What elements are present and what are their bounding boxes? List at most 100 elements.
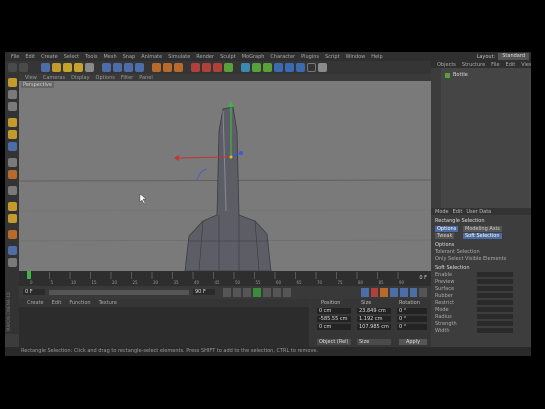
- array-icon[interactable]: [241, 63, 250, 72]
- soft-selection-value-5[interactable]: [477, 307, 513, 312]
- planar-workplane-icon[interactable]: [8, 214, 17, 223]
- x-axis-icon[interactable]: [102, 63, 111, 72]
- menu-item-7[interactable]: Animate: [141, 54, 162, 60]
- menu-item-12[interactable]: Character: [270, 54, 295, 60]
- material-manager[interactable]: [19, 307, 309, 347]
- points-mode-icon[interactable]: [8, 118, 17, 127]
- soft-selection-field-7[interactable]: Strength: [435, 321, 457, 327]
- menu-item-1[interactable]: Edit: [25, 54, 35, 60]
- object-manager[interactable]: Bottle: [431, 68, 531, 208]
- snap-icon[interactable]: [8, 186, 17, 195]
- viewport-menu-item-3[interactable]: Options: [96, 75, 115, 81]
- soft-selection-field-4[interactable]: Restrict: [435, 300, 454, 306]
- position-x-field[interactable]: 0 cm: [317, 308, 351, 314]
- size-y-field[interactable]: 1.192 cm: [357, 316, 391, 322]
- render-view-icon[interactable]: [152, 63, 161, 72]
- only-select-visible[interactable]: Only Select Visible Elements: [435, 256, 506, 262]
- menu-item-3[interactable]: Select: [64, 54, 79, 60]
- coordinate-system-icon[interactable]: [135, 63, 144, 72]
- menu-item-8[interactable]: Simulate: [168, 54, 190, 60]
- start-frame-field[interactable]: 0 F: [23, 289, 45, 295]
- tweak-tab[interactable]: Tweak: [435, 233, 455, 239]
- attribute-tab-1[interactable]: Edit: [453, 209, 463, 215]
- deformer-icon[interactable]: [252, 63, 261, 72]
- size-x-field[interactable]: 23.849 cm: [357, 308, 391, 314]
- redo-icon[interactable]: [19, 63, 28, 72]
- record-position-icon[interactable]: [361, 288, 369, 297]
- live-selection-icon[interactable]: [41, 63, 50, 72]
- next-key-icon[interactable]: [273, 288, 281, 297]
- apply-button[interactable]: Apply: [399, 339, 427, 345]
- settings-gear-icon[interactable]: [318, 63, 327, 72]
- soft-selection-value-8[interactable]: [477, 328, 513, 333]
- previous-frame-icon[interactable]: [243, 288, 251, 297]
- sculpt-icon[interactable]: [8, 230, 17, 239]
- timeline[interactable]: 0 5 10 15 20 25 30 35 40 45 50 55 60 65 70 75 80 85 90 0 F: [19, 271, 431, 286]
- menu-item-6[interactable]: Snap: [123, 54, 136, 60]
- attribute-tab-2[interactable]: User Data: [466, 209, 491, 215]
- material-menu-item-1[interactable]: Edit: [52, 300, 62, 306]
- cube-icon[interactable]: [202, 63, 211, 72]
- scale-icon[interactable]: [63, 63, 72, 72]
- soft-selection-value-6[interactable]: [477, 314, 513, 319]
- y-axis-icon[interactable]: [113, 63, 122, 72]
- soft-selection-field-1[interactable]: Preview: [435, 279, 454, 285]
- soft-selection-value-2[interactable]: [477, 286, 513, 291]
- viewport-menu-item-1[interactable]: Cameras: [43, 75, 65, 81]
- environment-icon[interactable]: [263, 63, 272, 72]
- menu-item-16[interactable]: Help: [371, 54, 382, 60]
- rotation-h-field[interactable]: 0 °: [397, 308, 427, 314]
- viewport-menu-item-0[interactable]: View: [25, 75, 37, 81]
- attribute-tab-0[interactable]: Mode: [435, 209, 449, 215]
- soft-selection-value-7[interactable]: [477, 321, 513, 326]
- timeline-settings-icon[interactable]: [419, 288, 428, 297]
- menu-item-2[interactable]: Create: [41, 54, 58, 60]
- camera-icon[interactable]: [274, 63, 283, 72]
- light-icon[interactable]: [285, 63, 294, 72]
- menu-item-11[interactable]: MoGraph: [242, 54, 265, 60]
- workplane-icon[interactable]: [8, 102, 17, 111]
- viewport-menu-item-5[interactable]: Panel: [139, 75, 153, 81]
- texture-mode-icon[interactable]: [8, 90, 17, 99]
- object-manager-menu-item-0[interactable]: Objects: [437, 62, 456, 68]
- soft-selection-value-4[interactable]: [477, 300, 513, 305]
- menu-item-15[interactable]: Window: [346, 54, 366, 60]
- object-row[interactable]: Bottle: [445, 72, 505, 78]
- soft-selection-field-3[interactable]: Rubber: [435, 293, 453, 299]
- recent-tools-icon[interactable]: [85, 63, 94, 72]
- viewport[interactable]: Perspective: [19, 81, 431, 271]
- menu-item-13[interactable]: Plugins: [301, 54, 319, 60]
- record-active-icon[interactable]: [370, 288, 379, 297]
- play-icon[interactable]: [253, 288, 261, 297]
- undo-icon[interactable]: [8, 63, 17, 72]
- soft-selection-value-1[interactable]: [477, 279, 513, 284]
- model-mode-icon[interactable]: [8, 78, 17, 87]
- menu-item-10[interactable]: Sculpt: [220, 54, 236, 60]
- subdivision-surface-icon[interactable]: [224, 63, 233, 72]
- end-frame-field[interactable]: 90 F: [193, 289, 215, 295]
- object-manager-menu-item-2[interactable]: File: [491, 62, 499, 68]
- autokey-icon[interactable]: [380, 288, 389, 297]
- rotate-icon[interactable]: [74, 63, 83, 72]
- go-to-end-icon[interactable]: [283, 288, 291, 297]
- object-manager-menu-item-4[interactable]: View: [521, 62, 531, 68]
- soft-selection-tab[interactable]: Soft Selection: [463, 233, 502, 239]
- render-picture-viewer-icon[interactable]: [163, 63, 172, 72]
- preview-range-slider[interactable]: [49, 290, 189, 295]
- material-menu-item-0[interactable]: Create: [27, 300, 44, 306]
- keyframe-selection-icon[interactable]: [390, 288, 398, 297]
- tweak-mode-icon[interactable]: [8, 170, 17, 179]
- position-key-icon[interactable]: [399, 288, 408, 297]
- move-icon[interactable]: [52, 63, 61, 72]
- material-menu-item-3[interactable]: Texture: [99, 300, 117, 306]
- go-to-start-icon[interactable]: [223, 288, 231, 297]
- previous-key-icon[interactable]: [233, 288, 241, 297]
- make-editable-icon[interactable]: [191, 63, 200, 72]
- material-menu-item-2[interactable]: Function: [69, 300, 90, 306]
- soft-selection-field-2[interactable]: Surface: [435, 286, 454, 292]
- modeling-axis-tab[interactable]: Modeling Axis: [463, 226, 502, 232]
- soft-selection-field-5[interactable]: Mode: [435, 307, 449, 313]
- soft-selection-field-0[interactable]: Enable: [435, 272, 452, 278]
- menu-item-4[interactable]: Tools: [85, 54, 97, 60]
- display-mode-icon[interactable]: [307, 63, 316, 72]
